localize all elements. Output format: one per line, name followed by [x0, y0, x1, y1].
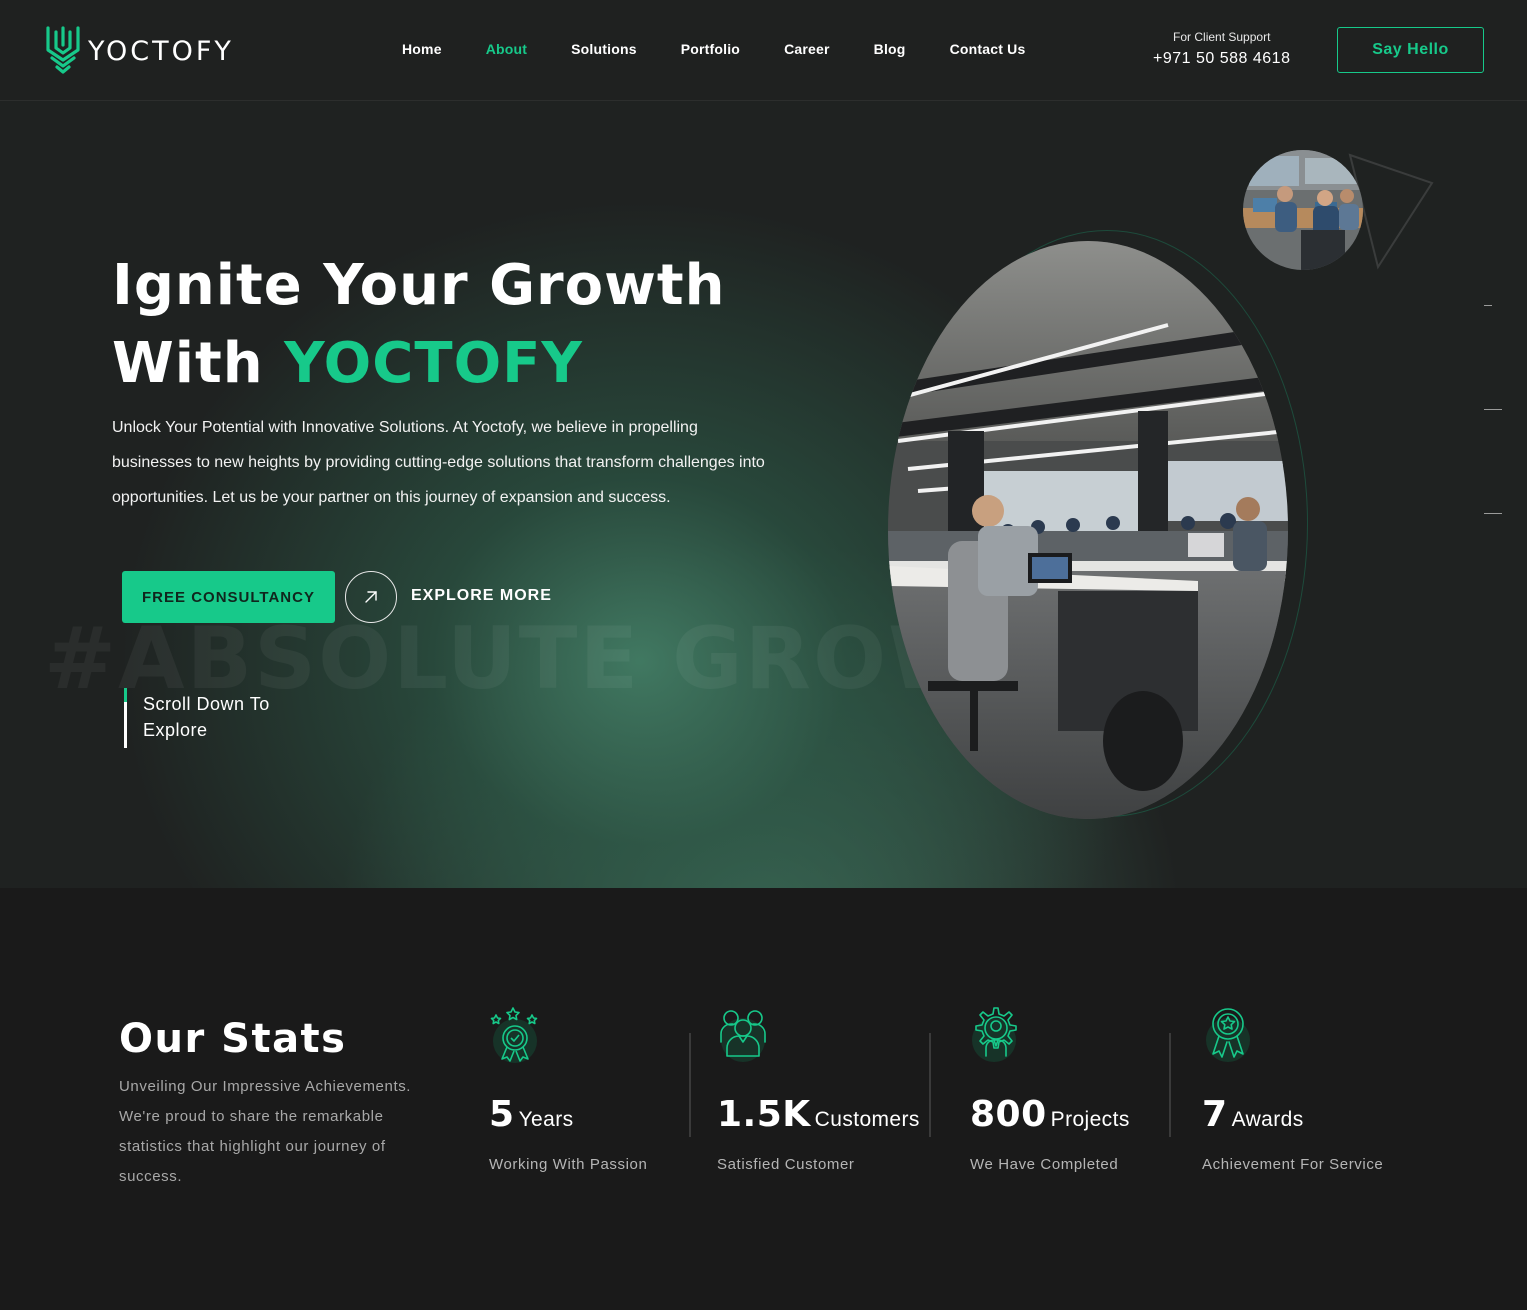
site-header: YOCTOFY Home About Solutions Portfolio C… — [0, 0, 1527, 101]
hero-title-brand: YOCTOFY — [284, 331, 583, 396]
stat-divider — [929, 1033, 931, 1137]
arrow-up-right-icon — [365, 591, 377, 603]
award-medal-stars-icon — [490, 1007, 538, 1063]
explore-more-link[interactable]: EXPLORE MORE — [411, 587, 552, 605]
nav-career[interactable]: Career — [784, 41, 830, 57]
stat-value: 800 — [970, 1094, 1047, 1135]
nav-blog[interactable]: Blog — [874, 41, 906, 57]
nav-home[interactable]: Home — [402, 41, 442, 57]
stat-awards: 7 Awards Achievement For Service — [1202, 1006, 1383, 1173]
nav-portfolio[interactable]: Portfolio — [681, 41, 740, 57]
stat-caption: Achievement For Service — [1202, 1156, 1384, 1173]
stat-value: 1.5K — [717, 1094, 811, 1135]
stat-divider — [1169, 1033, 1171, 1137]
logo-text: YOCTOFY — [88, 35, 234, 67]
nav-about[interactable]: About — [486, 41, 527, 57]
stat-caption: Satisfied Customer — [717, 1156, 855, 1173]
main-nav: Home About Solutions Portfolio Career Bl… — [380, 41, 1047, 57]
stat-customers: 1.5K Customers Satisfied Customer — [717, 1006, 919, 1173]
gear-person-icon — [972, 1007, 1017, 1062]
stats-description: Unveiling Our Impressive Achievements. W… — [119, 1078, 412, 1185]
stat-divider — [689, 1033, 691, 1137]
scroll-indicator — [124, 688, 127, 748]
stat-caption: Working With Passion — [489, 1156, 648, 1173]
nav-solutions[interactable]: Solutions — [571, 41, 637, 57]
stats-title: Our Stats — [119, 1016, 347, 1062]
scroll-line2: Explore — [143, 720, 208, 740]
hero-title-line1: Ignite Your Growth — [112, 253, 726, 318]
stat-value: 7 — [1202, 1094, 1228, 1135]
logo-mark-icon — [46, 26, 80, 74]
customers-group-icon — [720, 1010, 766, 1062]
stat-unit: Customers — [814, 1108, 920, 1131]
stat-unit: Awards — [1231, 1108, 1304, 1131]
side-dash — [1484, 305, 1492, 306]
stat-projects: 800 Projects We Have Completed — [970, 1006, 1129, 1173]
scroll-line1: Scroll Down To — [143, 694, 270, 714]
stat-years: 5 Years Working With Passion — [489, 1006, 647, 1173]
explore-more-circle-button[interactable] — [345, 571, 397, 623]
side-dash — [1484, 513, 1502, 514]
office-workspace-photo — [888, 241, 1288, 819]
award-ribbon-icon — [1206, 1008, 1250, 1062]
scroll-down-text[interactable]: Scroll Down To Explore — [143, 691, 270, 743]
side-dash — [1484, 409, 1502, 410]
stat-unit: Years — [518, 1108, 574, 1131]
support-label: For Client Support — [1173, 30, 1271, 44]
support-phone[interactable]: +971 50 588 4618 — [1153, 50, 1290, 68]
hero-description: Unlock Your Potential with Innovative So… — [112, 419, 765, 506]
free-consultancy-button[interactable]: FREE CONSULTANCY — [122, 571, 335, 623]
stat-value: 5 — [489, 1094, 515, 1135]
hero-section: #ABSOLUTE GROWTH Ignite Your Growth With… — [0, 101, 1527, 888]
team-meeting-photo — [1243, 150, 1363, 270]
hero-title: Ignite Your Growth With YOCTOFY — [112, 247, 726, 403]
nav-contact-us[interactable]: Contact Us — [950, 41, 1026, 57]
stat-caption: We Have Completed — [970, 1156, 1119, 1173]
hero-title-line2-prefix: With — [112, 331, 285, 396]
client-support: For Client Support +971 50 588 4618 — [1153, 30, 1290, 68]
say-hello-button[interactable]: Say Hello — [1337, 27, 1484, 73]
logo[interactable]: YOCTOFY — [44, 26, 234, 76]
stats-section: Our Stats Unveiling Our Impressive Achie… — [0, 888, 1527, 1310]
stat-unit: Projects — [1050, 1108, 1130, 1131]
